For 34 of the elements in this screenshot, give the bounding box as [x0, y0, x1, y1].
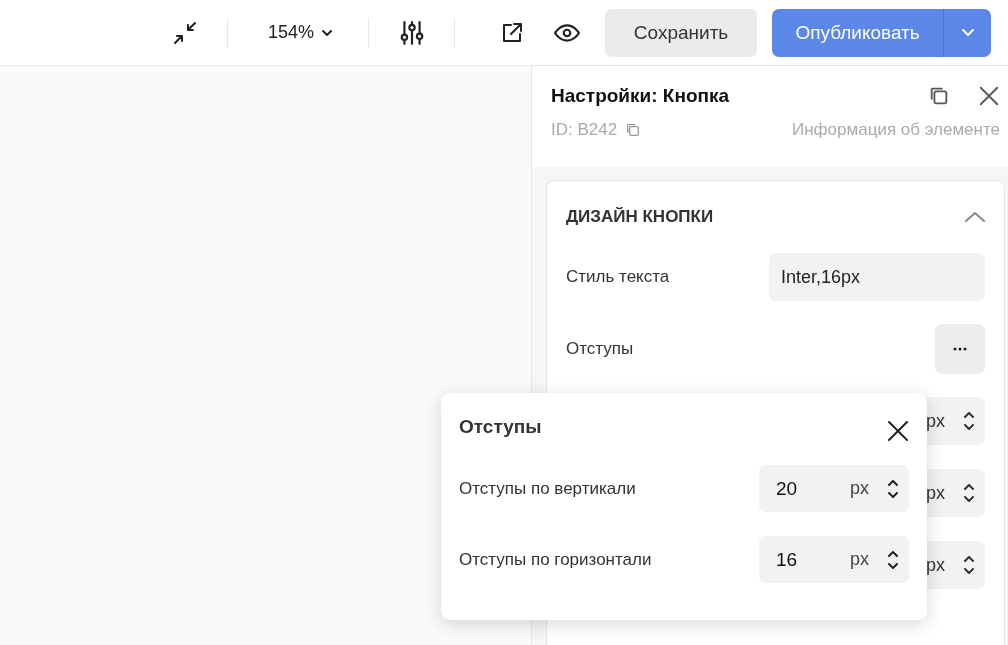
- duplicate-button[interactable]: [928, 85, 950, 107]
- stepper-icon[interactable]: [963, 412, 975, 430]
- chevron-down-icon: [961, 29, 974, 36]
- external-link-icon: [500, 20, 525, 45]
- close-icon: [887, 420, 909, 442]
- stepper-icon[interactable]: [887, 550, 899, 569]
- collapse-icon: [173, 20, 197, 45]
- copy-icon: [928, 85, 950, 107]
- element-id: ID: B242: [551, 120, 618, 140]
- number-field[interactable]: 16 px: [759, 536, 909, 583]
- close-button[interactable]: [887, 420, 909, 442]
- more-icon: [953, 347, 967, 351]
- sliders-icon: [399, 19, 426, 46]
- chevron-up-icon: [965, 212, 985, 222]
- save-button[interactable]: Сохранить: [605, 8, 758, 57]
- copy-id-button[interactable]: [625, 122, 642, 138]
- field-label: Отступы: [566, 339, 634, 359]
- close-button[interactable]: [978, 85, 1000, 107]
- panel-title: Настройки: Кнопка: [551, 85, 731, 107]
- chevron-down-icon: [322, 29, 333, 36]
- field-label: Стиль текста: [566, 267, 670, 287]
- collapse-toggle[interactable]: [965, 212, 985, 222]
- stepper-icon[interactable]: [887, 479, 899, 498]
- close-icon: [978, 85, 1000, 107]
- popup-title: Отступы: [459, 416, 542, 438]
- section-title: ДИЗАЙН КНОПКИ: [566, 207, 714, 227]
- number-field[interactable]: 20 px: [759, 465, 909, 512]
- field-label: Отступы по горизонтали: [459, 549, 652, 570]
- field-label: Отступы по вертикали: [459, 478, 636, 499]
- copy-icon: [625, 122, 642, 138]
- text-style-field[interactable]: Inter,16px: [769, 253, 985, 301]
- stepper-icon[interactable]: [963, 484, 975, 502]
- zoom-dropdown[interactable]: 154%: [268, 22, 333, 43]
- stepper-icon[interactable]: [963, 556, 975, 574]
